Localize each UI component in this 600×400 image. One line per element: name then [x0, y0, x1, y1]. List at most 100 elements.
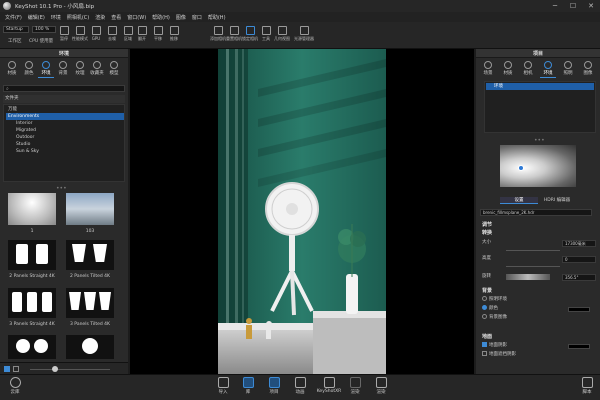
region-label: 区域 [124, 36, 132, 41]
env-thumbnail-round-2[interactable] [66, 335, 114, 359]
menu-help-h[interactable]: 帮助(H) [152, 14, 170, 21]
menu-edit[interactable]: 编辑(E) [28, 14, 45, 21]
tab-environment[interactable]: 环境 [538, 61, 558, 78]
reset-camera-button[interactable]: 重置相机 [226, 24, 242, 47]
keyshotxr-button[interactable]: KeyShotXR [317, 377, 341, 399]
splitter-handle-right[interactable]: ••• [534, 137, 545, 144]
project-button[interactable]: 项目 [265, 377, 283, 399]
height-field[interactable]: 0 [562, 256, 596, 263]
pause-button[interactable]: 暂停 [56, 24, 72, 47]
env-thumbnail-3-panels-straight[interactable] [8, 288, 56, 318]
thumbnail-size-slider[interactable] [30, 369, 110, 370]
library-search-input[interactable]: ⌕ [3, 85, 125, 92]
tab-models[interactable]: 模型 [104, 61, 124, 76]
tree-item-migrated[interactable]: Migrated [14, 127, 130, 134]
background-section-header[interactable]: 背景 [478, 287, 598, 295]
menu-view[interactable]: 查看 [111, 14, 121, 21]
tree-item-all[interactable]: 万能 [6, 106, 122, 113]
subtab-hdri-editor[interactable]: HDRI 编辑器 [538, 197, 576, 204]
library-button[interactable]: 库 [239, 377, 257, 399]
hdri-file-field[interactable]: brenic_fillmsplane_2K.hdr [480, 209, 592, 216]
tab-camera[interactable]: 相机 [518, 61, 538, 76]
bg-option-lighting[interactable]: 照明环境 [482, 296, 600, 304]
lock-camera-button[interactable]: 锁定相机 [242, 24, 258, 47]
tab-material[interactable]: 材质 [498, 61, 518, 76]
menu-file[interactable]: 文件(F) [5, 14, 22, 21]
tumble-button[interactable]: 翻开 [134, 24, 150, 47]
checkbox-icon [482, 351, 487, 356]
grid-view-icon[interactable] [4, 366, 10, 372]
rotation-field[interactable]: 356.5° [562, 274, 596, 281]
denoise-button[interactable]: 去噪 [104, 24, 120, 47]
render-image [218, 49, 386, 374]
env-thumbnail-2-panels-straight[interactable] [8, 240, 56, 270]
ground-occlusion-option[interactable]: 地面遮挡阴影 [482, 351, 600, 359]
render-viewport[interactable] [130, 49, 474, 374]
tab-scene[interactable]: 场景 [478, 61, 498, 76]
cpu-usage-field[interactable]: 100 % [32, 26, 56, 33]
env-thumbnail-1[interactable] [8, 193, 56, 225]
rotation-slider[interactable] [506, 274, 550, 280]
search-icon: ⌕ [6, 86, 9, 92]
transform-section-header[interactable]: 转换 [478, 229, 598, 237]
hdri-preview[interactable] [500, 145, 576, 187]
tree-item-sun-sky[interactable]: Sun & Sky [14, 148, 130, 155]
env-thumbnail-3-panels-tilted[interactable] [66, 288, 114, 318]
menu-window[interactable]: 窗口 [192, 14, 202, 21]
minimize-button[interactable]: ─ [546, 0, 564, 12]
menu-window-w[interactable]: 窗口(W) [127, 14, 146, 21]
splitter-handle[interactable]: ••• [56, 185, 67, 192]
gpu-button[interactable]: GPU [88, 24, 104, 47]
tools-button[interactable]: 工具 [258, 24, 274, 47]
ground-shadow-color-swatch[interactable] [568, 344, 590, 349]
tab-image[interactable]: 图像 [578, 61, 598, 76]
menu-camera[interactable]: 照相机(C) [67, 14, 89, 21]
cloud-icon [9, 377, 21, 388]
size-slider[interactable] [506, 250, 560, 251]
import-button[interactable]: 导入 [214, 377, 232, 399]
cloud-library-button[interactable]: 云库 [6, 377, 24, 399]
env-thumbnail-2-panels-tilted[interactable] [66, 240, 114, 270]
light-disc-shape [16, 339, 30, 353]
size-field[interactable]: 17300毫米 [562, 240, 596, 247]
environment-list-item[interactable]: 环境 [486, 83, 594, 90]
render-queue-button[interactable]: 渲染 [346, 377, 364, 399]
menu-environment[interactable]: 环境 [51, 14, 61, 21]
maximize-button[interactable]: ☐ [564, 0, 582, 12]
bg-option-image[interactable]: 背景图像 [482, 314, 600, 322]
dolly-button[interactable]: 推移 [166, 24, 182, 47]
tree-item-environments[interactable]: Environments [6, 113, 124, 120]
menu-help[interactable]: 帮助(H) [208, 14, 226, 21]
add-camera-button[interactable]: 添加相机 [210, 24, 226, 47]
performance-mode-button[interactable]: 性能模式 [72, 24, 88, 47]
list-view-icon[interactable] [13, 366, 19, 372]
bg-color-swatch[interactable] [568, 307, 590, 312]
ground-section-header[interactable]: 地面 [478, 333, 598, 341]
rotation-label: 旋转 [482, 274, 491, 279]
render-button[interactable]: 渲染 [372, 377, 390, 399]
tab-environment-label: 环境 [543, 71, 553, 76]
animation-button[interactable]: 动画 [291, 377, 309, 399]
menu-image[interactable]: 图像 [176, 14, 186, 21]
light-manager-button[interactable]: 光源管理器 [292, 24, 316, 47]
env-thumbnail-103[interactable] [66, 193, 114, 225]
slider-handle[interactable] [52, 366, 58, 372]
tree-item-interior[interactable]: Interior [14, 120, 130, 127]
hdri-pin-handle[interactable] [518, 165, 524, 171]
subtab-settings[interactable]: 设置 [500, 197, 538, 204]
adjust-section-header[interactable]: 调节 [478, 221, 598, 229]
height-label: 高度 [482, 256, 491, 261]
menu-render[interactable]: 渲染 [95, 14, 105, 21]
geometry-view-button[interactable]: 几何视图 [274, 24, 290, 47]
script-button[interactable]: 脚本 [578, 377, 596, 399]
env-thumbnail-round[interactable] [8, 335, 56, 359]
pan-button[interactable]: 平移 [150, 24, 166, 47]
tree-item-studio[interactable]: Studio [14, 141, 130, 148]
tree-item-outdoor[interactable]: Outdoor [14, 134, 130, 141]
close-button[interactable]: ✕ [582, 0, 600, 12]
tab-lighting[interactable]: 照明 [558, 61, 578, 76]
height-slider[interactable] [506, 266, 560, 267]
tab-colors-label: 颜色 [24, 71, 34, 76]
environment-list: 环境 [484, 81, 596, 133]
workspace-select[interactable]: Startup [3, 26, 29, 33]
